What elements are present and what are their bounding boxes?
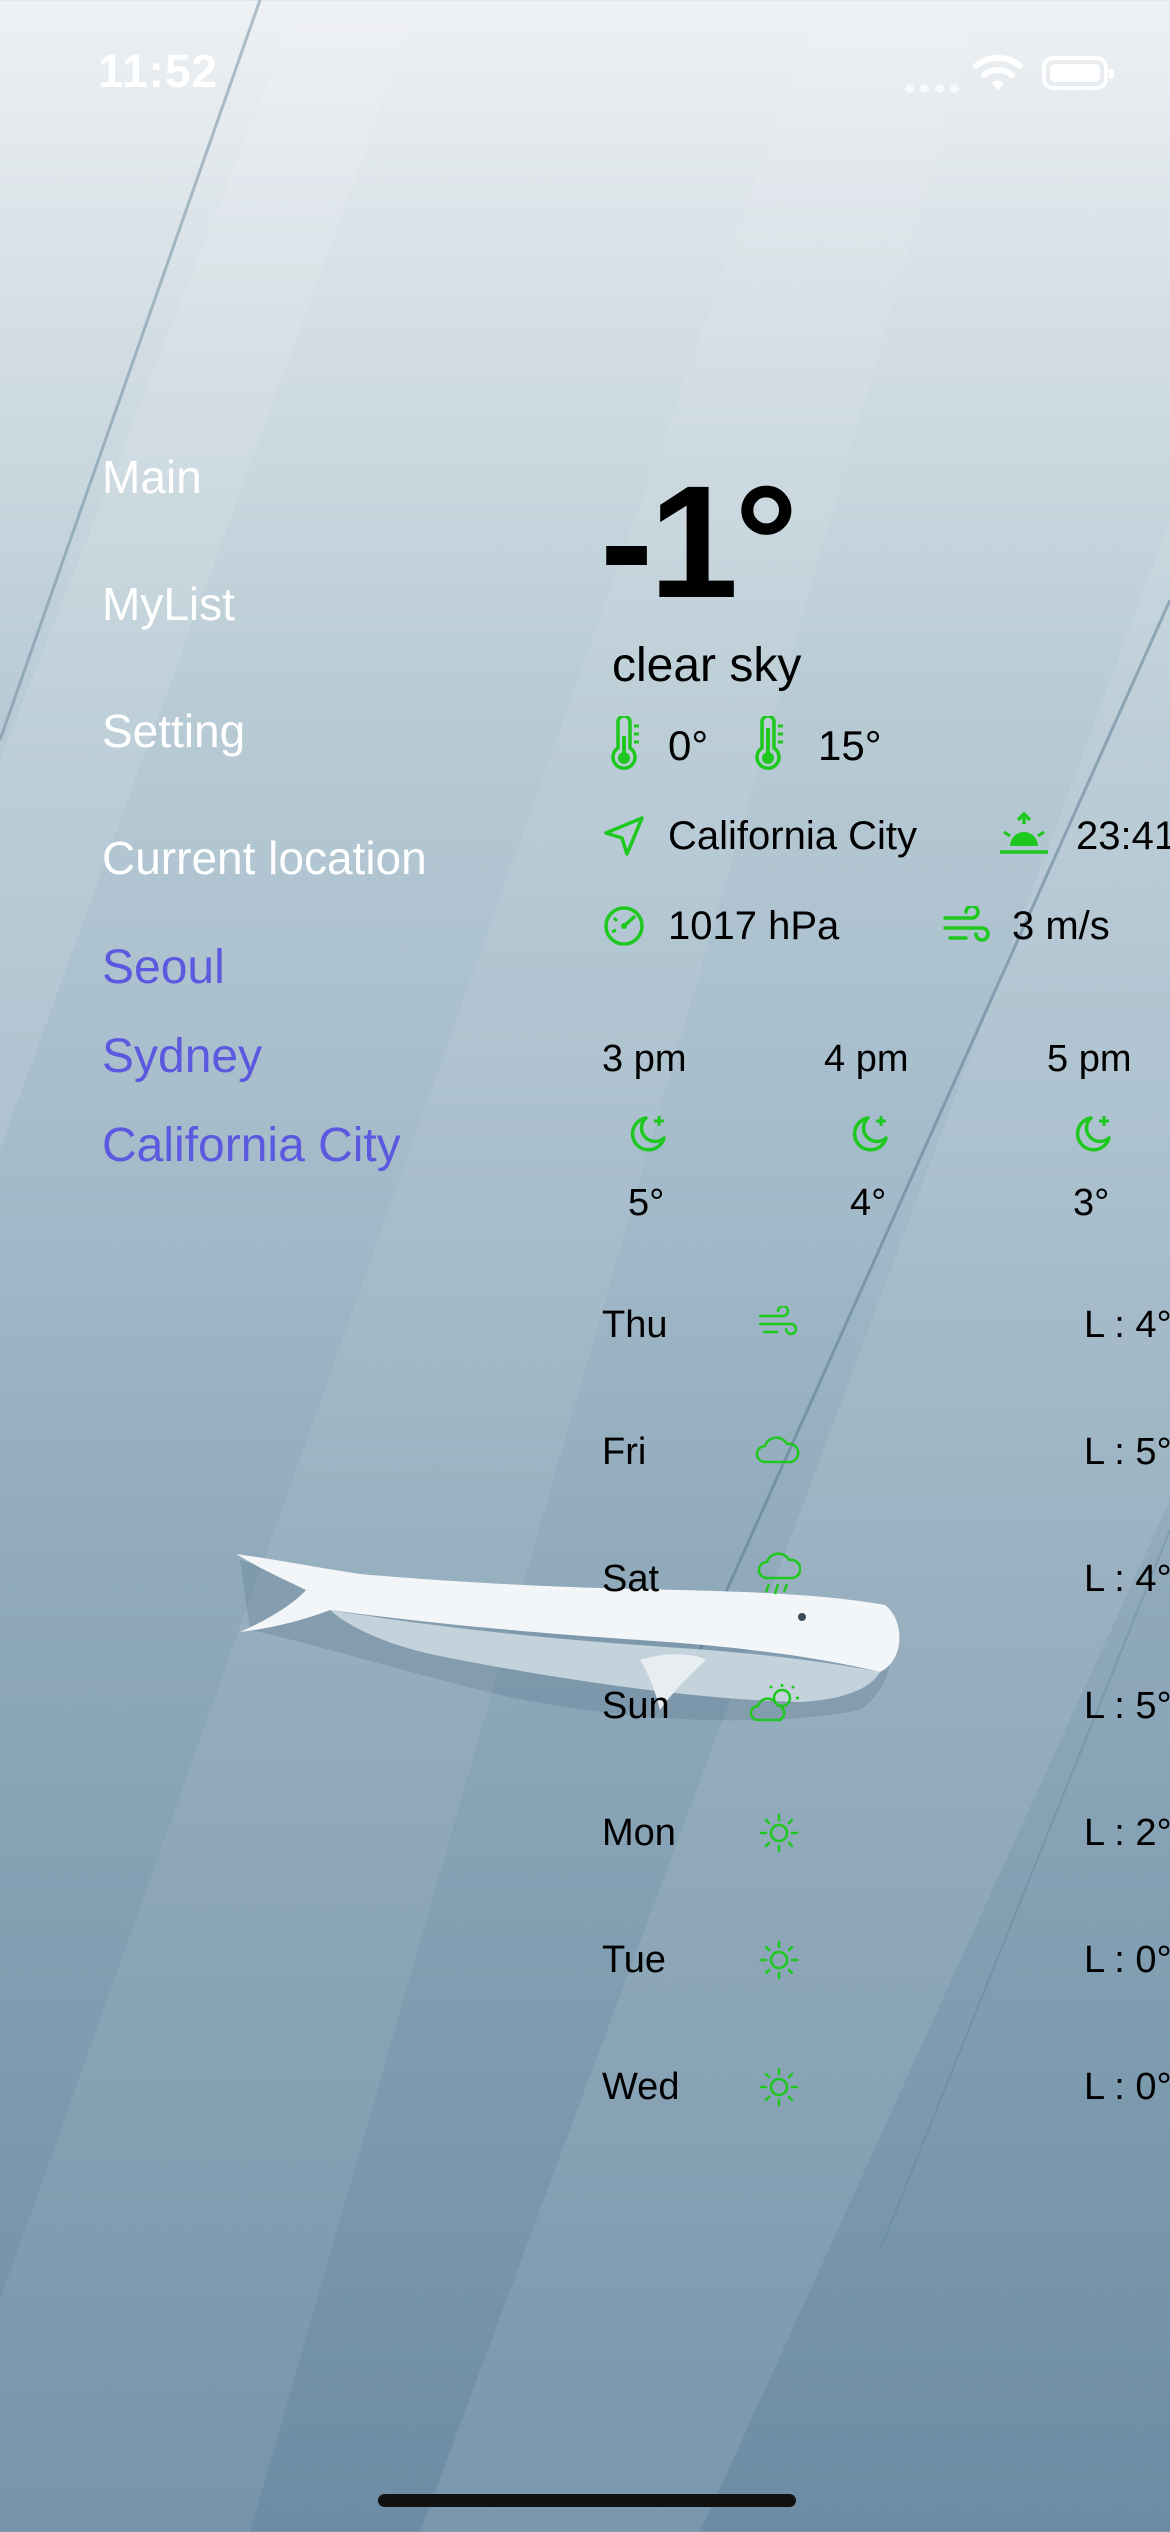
home-indicator[interactable] [378, 2494, 796, 2507]
daily-low-temp: L : 4° [1084, 1304, 1170, 1346]
thermometer-high-icon [755, 716, 783, 770]
daily-day: Mon [602, 1812, 676, 1854]
sunrise-icon [1000, 811, 1048, 854]
current-temperature: -1° [600, 452, 798, 631]
moon-star-icon [630, 1116, 666, 1152]
cloud-icon [755, 1436, 800, 1464]
hourly-time: 3 pm [602, 1038, 687, 1080]
wind-icon [943, 906, 990, 942]
menu-item-current-location[interactable]: Current location [102, 831, 427, 885]
sun-icon [759, 1813, 799, 1853]
hourly-temp: 5° [628, 1182, 665, 1224]
menu-item-setting[interactable]: Setting [102, 704, 245, 758]
hourly-temp: 3° [1073, 1182, 1110, 1224]
status-time: 11:52 [98, 45, 219, 97]
min-temperature: 0° [668, 722, 709, 769]
location-arrow-icon [604, 816, 644, 856]
moon-star-icon [852, 1116, 888, 1152]
cloud-rain-icon [757, 1552, 801, 1595]
sunrise-time: 23:41 [1076, 814, 1170, 858]
daily-day: Wed [602, 2066, 680, 2108]
background-illustration [0, 0, 1170, 2532]
hourly-time: 4 pm [824, 1038, 909, 1080]
weather-description: clear sky [612, 639, 802, 692]
cellular-signal-icon [905, 80, 965, 98]
battery-icon [1042, 56, 1114, 90]
status-bar: 11:52 [0, 0, 1170, 150]
daily-low-temp: L : 5° [1084, 1685, 1170, 1727]
hourly-temp: 4° [850, 1182, 887, 1224]
menu-item-mylist[interactable]: MyList [102, 577, 235, 631]
daily-day: Thu [602, 1304, 668, 1346]
partly-sunny-icon [749, 1684, 799, 1722]
daily-day: Sun [602, 1685, 670, 1727]
daily-day: Fri [602, 1431, 647, 1473]
menu-item-main[interactable]: Main [102, 450, 202, 504]
hourly-time: 5 pm [1047, 1038, 1132, 1080]
city-item-sydney[interactable]: Sydney [102, 1029, 262, 1084]
daily-day: Tue [602, 1939, 667, 1981]
pressure-value: 1017 hPa [668, 904, 840, 948]
wind-icon [758, 1306, 798, 1336]
thermometer-low-icon [611, 716, 639, 770]
pressure-gauge-icon [604, 906, 644, 946]
location-name: California City [668, 814, 917, 858]
daily-low-temp: L : 0° [1084, 2066, 1170, 2108]
max-temperature: 15° [818, 722, 882, 769]
sun-icon [759, 2067, 799, 2107]
wifi-icon [973, 54, 1023, 90]
moon-star-icon [1075, 1116, 1111, 1152]
daily-low-temp: L : 2° [1084, 1812, 1170, 1854]
city-item-seoul[interactable]: Seoul [102, 940, 225, 995]
city-item-california-city[interactable]: California City [102, 1118, 401, 1173]
daily-low-temp: L : 0° [1084, 1939, 1170, 1981]
daily-low-temp: L : 4° [1084, 1558, 1170, 1600]
daily-low-temp: L : 5° [1084, 1431, 1170, 1473]
sun-icon [759, 1940, 799, 1980]
wind-speed: 3 m/s [1012, 904, 1110, 948]
daily-day: Sat [602, 1558, 660, 1600]
